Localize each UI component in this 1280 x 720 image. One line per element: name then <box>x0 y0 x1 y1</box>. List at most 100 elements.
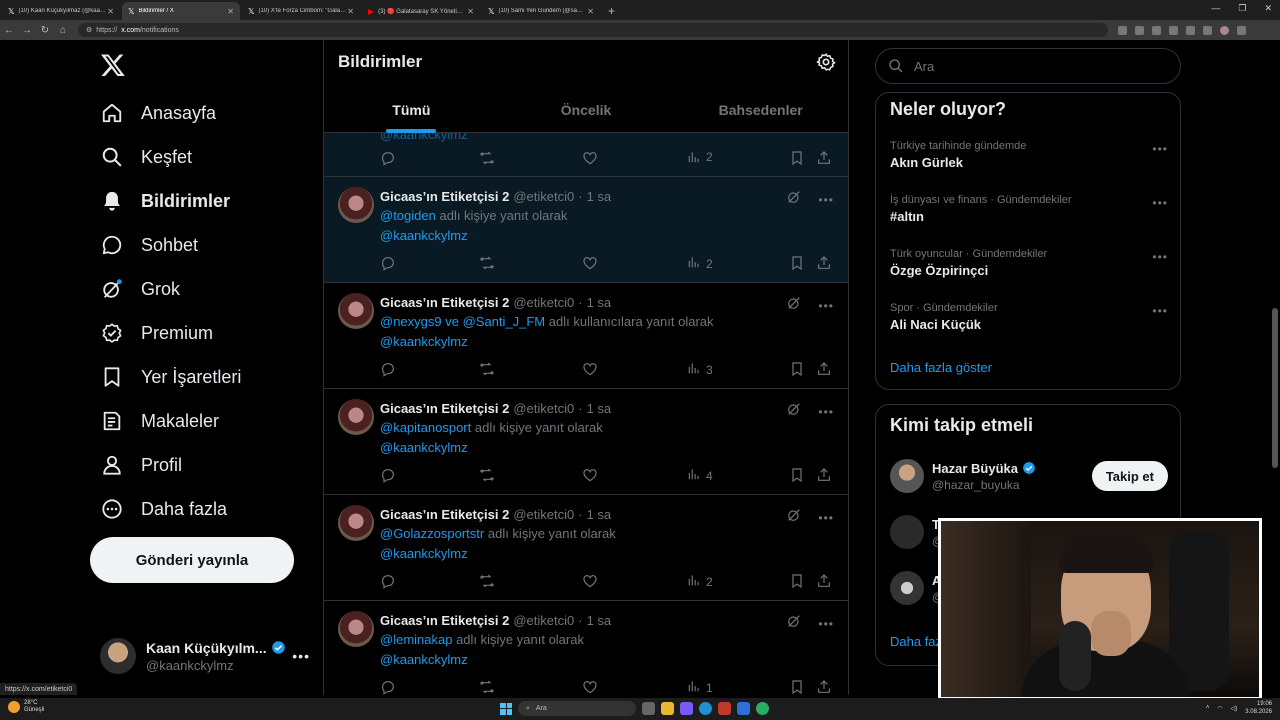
sidebar-item-premium[interactable]: Premium <box>100 318 213 348</box>
bookmark-icon[interactable] <box>789 573 805 589</box>
home-page-icon[interactable]: ⌂ <box>54 25 72 36</box>
sidebar-item-notifications[interactable]: Bildirimler <box>100 186 230 216</box>
views-stat[interactable]: 1 <box>687 679 713 695</box>
views-stat[interactable]: 4 <box>687 467 713 484</box>
share-icon[interactable] <box>816 467 832 483</box>
browser-tab-2[interactable]: 𝕏 Bildirimler / X ✕ <box>122 2 240 20</box>
windows-start-icon[interactable] <box>500 702 512 715</box>
close-tab-icon[interactable]: ✕ <box>107 7 114 16</box>
wifi-icon[interactable]: ◠ <box>1217 705 1222 712</box>
reply-icon[interactable] <box>380 150 396 166</box>
file-explorer-icon[interactable] <box>661 702 674 715</box>
repost-icon[interactable] <box>479 679 495 695</box>
more-icon[interactable]: ••• <box>818 511 834 525</box>
notification-item-partial[interactable]: @kaankckylmz 2 <box>324 127 848 177</box>
share-icon[interactable] <box>816 255 832 271</box>
like-icon[interactable] <box>582 573 598 589</box>
more-icon[interactable]: ••• <box>1152 304 1168 318</box>
trend-item[interactable]: İş dünyası ve finans · Gündemdekiler #al… <box>890 194 1168 224</box>
gear-icon[interactable] <box>816 52 836 72</box>
more-icon[interactable]: ••• <box>1152 196 1168 210</box>
sidebar-item-grok[interactable]: Grok <box>100 274 180 304</box>
reload-icon[interactable]: ↻ <box>36 25 54 36</box>
clock[interactable]: 19:06 3.08.2026 <box>1245 700 1272 716</box>
like-icon[interactable] <box>582 255 598 271</box>
new-tab-button[interactable]: + <box>600 4 623 20</box>
site-info-icon[interactable]: ⚙ <box>86 26 92 34</box>
extension-icon[interactable] <box>1118 25 1127 35</box>
close-tab-icon[interactable]: ✕ <box>467 7 474 16</box>
sidebar-item-explore[interactable]: Keşfet <box>100 142 192 172</box>
avatar[interactable] <box>338 187 374 223</box>
edge-icon[interactable] <box>699 702 712 715</box>
repost-icon[interactable] <box>479 467 495 483</box>
browser-tab-1[interactable]: 𝕏 (10) Kaan Küçükyılmaz (@kaanck ✕ <box>2 2 120 20</box>
tray-chevron-icon[interactable]: ˄ <box>1206 705 1210 711</box>
reply-icon[interactable] <box>380 361 396 377</box>
search-input[interactable]: Ara <box>875 48 1181 84</box>
close-window-icon[interactable]: ✕ <box>1264 3 1272 14</box>
follow-suggestion[interactable]: Hazar Büyüka @hazar_buyuka Takip et <box>890 456 1168 496</box>
bookmark-icon[interactable] <box>789 467 805 483</box>
url-field[interactable]: ⚙ https://x.com/notifications <box>78 23 1108 37</box>
browser-tab-4[interactable]: ▶ (3) 🔴 Galatasaray SK Yönetim Ku ✕ <box>362 2 480 20</box>
more-icon[interactable]: ••• <box>818 299 834 313</box>
repost-icon[interactable] <box>479 255 495 271</box>
avatar[interactable] <box>338 399 374 435</box>
browser-tab-5[interactable]: 𝕏 (10) Sami Yen Gündem (@samiyen ✕ <box>482 2 600 20</box>
notification-item[interactable]: Gicaas’ın Etiketçisi 2 @etiketci0 · 1 sa •••… <box>324 495 848 601</box>
reply-icon[interactable] <box>380 679 396 695</box>
grok-icon[interactable] <box>786 295 802 316</box>
browser-menu-icon[interactable] <box>1237 25 1246 35</box>
extension-icon[interactable] <box>1186 25 1195 35</box>
sidebar-item-home[interactable]: Anasayfa <box>100 98 216 128</box>
grok-icon[interactable] <box>786 189 802 210</box>
avatar[interactable] <box>338 293 374 329</box>
reply-icon[interactable] <box>380 255 396 271</box>
back-icon[interactable]: ← <box>0 25 18 36</box>
extension-icon[interactable] <box>1169 25 1178 35</box>
notification-item[interactable]: Gicaas’ın Etiketçisi 2 @etiketci0 · 1 sa •••… <box>324 283 848 389</box>
like-icon[interactable] <box>582 679 598 695</box>
views-stat[interactable]: 2 <box>687 255 713 272</box>
grok-icon[interactable] <box>786 507 802 528</box>
repost-icon[interactable] <box>479 573 495 589</box>
app-icon[interactable] <box>718 702 731 715</box>
views-stat[interactable]: 3 <box>687 361 713 378</box>
more-icon[interactable]: ••• <box>818 193 834 207</box>
trends-show-more-link[interactable]: Daha fazla göster <box>890 360 992 375</box>
avatar[interactable] <box>338 505 374 541</box>
bookmark-icon[interactable] <box>789 255 805 271</box>
share-icon[interactable] <box>816 361 832 377</box>
task-view-icon[interactable] <box>642 702 655 715</box>
grok-icon[interactable] <box>786 401 802 422</box>
views-stat[interactable]: 2 <box>687 150 713 164</box>
avatar[interactable] <box>338 611 374 647</box>
trend-item[interactable]: Türkiye tarihinde gündemde Akın Gürlek •… <box>890 140 1168 170</box>
sidebar-item-bookmarks[interactable]: Yer İşaretleri <box>100 362 241 392</box>
tab-all[interactable]: Tümü <box>324 92 499 133</box>
taskbar-search[interactable]: ⌕ Ara <box>518 701 636 716</box>
app-icon[interactable] <box>737 702 750 715</box>
grok-icon[interactable] <box>786 613 802 634</box>
account-switcher[interactable]: Kaan Küçükyılm... @kaankckylmz ••• <box>100 636 310 676</box>
like-icon[interactable] <box>582 150 598 166</box>
chrome-icon[interactable] <box>756 702 769 715</box>
bookmark-icon[interactable] <box>789 679 805 695</box>
app-icon[interactable] <box>680 702 693 715</box>
close-tab-icon[interactable]: ✕ <box>347 7 354 16</box>
share-icon[interactable] <box>816 150 832 166</box>
repost-icon[interactable] <box>479 361 495 377</box>
notification-item[interactable]: Gicaas’ın Etiketçisi 2 @etiketci0 · 1 sa •••… <box>324 601 848 695</box>
notification-item[interactable]: Gicaas’ın Etiketçisi 2 @etiketci0 · 1 sa •••… <box>324 389 848 495</box>
trend-item[interactable]: Türk oyuncular · Gündemdekiler Özge Özpi… <box>890 248 1168 278</box>
extension-icon[interactable] <box>1203 25 1212 35</box>
notification-item[interactable]: Gicaas’ın Etiketçisi 2 @etiketci0 · 1 sa •••… <box>324 177 848 283</box>
sidebar-item-profile[interactable]: Profil <box>100 450 182 480</box>
close-tab-icon[interactable]: ✕ <box>227 7 234 16</box>
follow-button[interactable]: Takip et <box>1091 461 1168 491</box>
browser-tab-3[interactable]: 𝕏 (10) X'te Forza Cimbom: "Galatas... ✕ <box>242 2 360 20</box>
tab-mentions[interactable]: Bahsedenler <box>673 92 848 133</box>
x-logo-icon[interactable] <box>100 52 126 78</box>
reply-icon[interactable] <box>380 467 396 483</box>
